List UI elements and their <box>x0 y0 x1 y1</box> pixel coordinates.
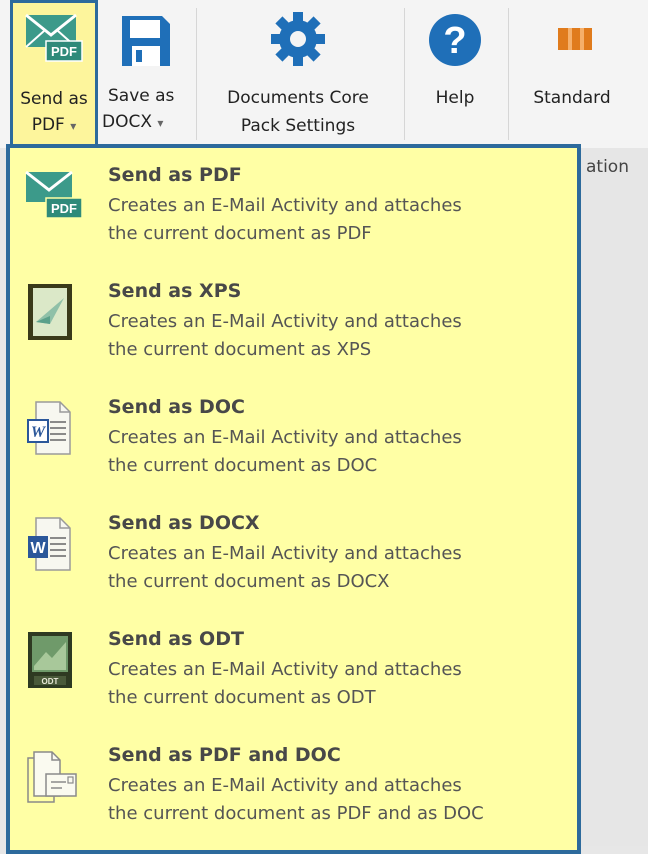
save-disk-icon <box>122 16 170 66</box>
odt-document-icon: ODT <box>28 632 72 688</box>
menu-item-send-as-pdf-and-doc[interactable]: Send as PDF and DOC Creates an E-Mail Ac… <box>20 740 575 852</box>
svg-text:W: W <box>30 540 46 557</box>
menu-item-description: Creates an E-Mail Activity and attaches … <box>108 543 462 592</box>
menu-item-title: Send as DOC <box>108 396 245 418</box>
send-as-pdf-label-line1: Send as <box>20 89 88 109</box>
envelope-pdf-icon: PDF <box>25 13 83 62</box>
save-as-docx-label-line1: Save as <box>108 86 175 106</box>
menu-item-title: Send as XPS <box>108 280 242 302</box>
send-as-pdf-button[interactable]: PDF Send as PDF ▾ <box>10 0 98 148</box>
standard-button[interactable]: Standard <box>512 0 648 148</box>
documents-core-pack-settings-button[interactable]: Documents Core Pack Settings <box>200 0 396 148</box>
menu-item-send-as-xps[interactable]: Send as XPS Creates an E-Mail Activity a… <box>20 276 575 388</box>
chevron-down-icon: ▾ <box>157 116 164 130</box>
word-doc-icon: W <box>27 401 71 455</box>
menu-item-title: Send as PDF <box>108 164 242 186</box>
menu-item-send-as-pdf[interactable]: PDF Send as PDF Creates an E-Mail Activi… <box>20 160 575 272</box>
ribbon-group-label: ation <box>586 157 629 177</box>
content-area <box>580 148 648 846</box>
ribbon-separator <box>196 8 197 140</box>
save-as-docx-label-line2: DOCX ▾ <box>102 112 164 132</box>
save-as-docx-button[interactable]: Save as DOCX ▾ <box>102 0 188 148</box>
svg-text:W: W <box>31 424 47 441</box>
documents-email-icon <box>27 751 77 803</box>
menu-item-send-as-doc[interactable]: W Send as DOC Creates an E-Mail Activity… <box>20 392 575 504</box>
send-as-dropdown-menu: PDF Send as PDF Creates an E-Mail Activi… <box>6 144 581 854</box>
standard-label: Standard <box>533 88 611 108</box>
menu-item-description: Creates an E-Mail Activity and attaches … <box>108 427 462 476</box>
svg-text:ODT: ODT <box>42 677 59 686</box>
menu-item-description: Creates an E-Mail Activity and attaches … <box>108 311 462 360</box>
menu-item-send-as-odt[interactable]: ODT Send as ODT Creates an E-Mail Activi… <box>20 624 575 736</box>
book-icon <box>558 28 592 50</box>
menu-item-title: Send as DOCX <box>108 512 260 534</box>
word-docx-icon: W <box>28 517 71 571</box>
menu-item-description: Creates an E-Mail Activity and attaches … <box>108 775 484 824</box>
svg-text:?: ? <box>443 20 466 62</box>
ribbon-toolbar: PDF Send as PDF ▾ Save as DOCX ▾ Documen… <box>0 0 648 148</box>
chevron-down-icon: ▾ <box>70 119 77 133</box>
help-label: Help <box>435 88 475 108</box>
settings-label-line1: Documents Core <box>227 88 369 108</box>
svg-text:PDF: PDF <box>51 201 77 216</box>
menu-item-title: Send as ODT <box>108 628 244 650</box>
gear-icon <box>271 12 325 66</box>
menu-item-send-as-docx[interactable]: W Send as DOCX Creates an E-Mail Activit… <box>20 508 575 620</box>
menu-item-description: Creates an E-Mail Activity and attaches … <box>108 195 462 244</box>
svg-text:PDF: PDF <box>51 44 77 59</box>
ribbon-separator <box>404 8 405 140</box>
send-as-pdf-label-line2: PDF ▾ <box>31 115 77 135</box>
menu-item-title: Send as PDF and DOC <box>108 744 341 766</box>
menu-item-description: Creates an E-Mail Activity and attaches … <box>108 659 462 708</box>
help-icon: ? <box>429 14 481 66</box>
xps-document-icon <box>28 284 72 340</box>
settings-label-line2: Pack Settings <box>240 116 356 136</box>
envelope-pdf-icon: PDF <box>25 170 83 219</box>
help-button[interactable]: ? Help <box>410 0 500 148</box>
ribbon-separator <box>508 8 509 140</box>
